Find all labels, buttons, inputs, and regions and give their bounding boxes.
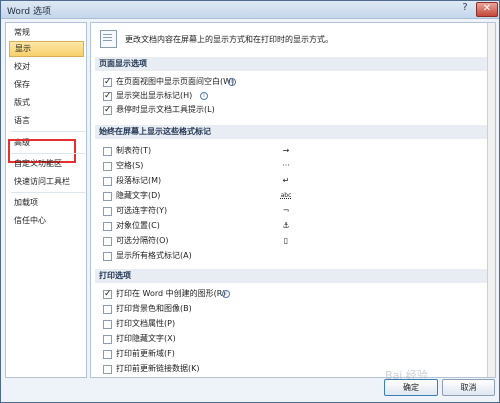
paragraph-mark-icon: ↵ — [282, 176, 290, 185]
anchor-icon: ⚓ — [282, 221, 290, 230]
option-label: 悬停时显示文档工具提示(L) — [116, 105, 215, 114]
section-header-print: 打印选项 — [95, 269, 491, 283]
option-label: 空格(S) — [116, 161, 144, 170]
checkbox[interactable] — [103, 335, 112, 344]
checkbox[interactable] — [103, 177, 112, 186]
section-header-page-display: 页面显示选项 — [95, 57, 491, 71]
scrollbar[interactable] — [487, 23, 495, 377]
option-label: 打印在 Word 中创建的图形(R) — [116, 289, 226, 298]
sidebar-item-label: 版式 — [14, 98, 30, 107]
info-icon[interactable]: i — [222, 290, 230, 298]
checkbox[interactable] — [103, 75, 112, 89]
close-button[interactable]: ✕ — [476, 2, 498, 17]
checkbox[interactable] — [103, 207, 112, 216]
word-options-dialog: Word 选项 ? ✕ 常规 显示 校对 保存 版式 语言 高级 自定义功能区 … — [0, 0, 500, 403]
sidebar-item-label: 校对 — [14, 62, 30, 71]
option-label: 打印背景色和图像(B) — [116, 304, 192, 313]
option-label: 打印前更新链接数据(K) — [116, 364, 200, 373]
sidebar-item-proofing[interactable]: 校对 — [9, 59, 84, 75]
checkbox[interactable] — [103, 252, 112, 261]
ok-button[interactable]: 确定 — [384, 379, 438, 396]
checkbox[interactable] — [103, 237, 112, 246]
sidebar-item-label: 显示 — [15, 44, 31, 53]
option-label: 对象位置(C) — [116, 221, 160, 230]
sidebar-item-label: 自定义功能区 — [14, 159, 62, 168]
checkbox[interactable] — [103, 287, 112, 301]
space-mark-icon: ··· — [282, 161, 290, 170]
sidebar-item-trust-center[interactable]: 信任中心 — [9, 213, 84, 229]
checkbox[interactable] — [103, 89, 112, 103]
sidebar-item-save[interactable]: 保存 — [9, 77, 84, 93]
hyphen-mark-icon: ¬ — [282, 206, 290, 215]
sidebar-item-label: 常规 — [14, 28, 30, 37]
option-label: 打印文档属性(P) — [116, 319, 176, 328]
info-icon[interactable]: i — [200, 92, 208, 100]
sidebar-divider — [11, 131, 85, 132]
section-header-format-marks: 始终在屏幕上显示这些格式标记 — [95, 125, 491, 139]
option-label: 隐藏文字(D) — [116, 191, 161, 200]
sidebar-item-customize-ribbon[interactable]: 自定义功能区 — [9, 156, 84, 172]
checkbox[interactable] — [103, 192, 112, 201]
window-title: Word 选项 — [7, 7, 51, 17]
sidebar-item-label: 语言 — [14, 116, 30, 125]
sidebar-item-display[interactable]: 显示 — [9, 41, 84, 57]
tab-mark-icon: → — [282, 146, 290, 155]
checkbox[interactable] — [103, 365, 112, 374]
cancel-button[interactable]: 取消 — [442, 379, 495, 396]
option-label: 可选连字符(Y) — [116, 206, 168, 215]
sidebar-item-layout[interactable]: 版式 — [9, 95, 84, 111]
option-label: 打印前更新域(F) — [116, 349, 175, 358]
content-panel: 更改文档内容在屏幕上的显示方式和在打印时的显示方式。 页面显示选项 在页面视图中… — [90, 22, 496, 378]
checkbox[interactable] — [103, 222, 112, 231]
sidebar-item-label: 信任中心 — [14, 216, 46, 225]
sidebar-item-general[interactable]: 常规 — [9, 25, 84, 41]
sidebar-item-add-ins[interactable]: 加载项 — [9, 195, 84, 211]
intro-text: 更改文档内容在屏幕上的显示方式和在打印时的显示方式。 — [125, 35, 333, 44]
sidebar-item-quick-access-toolbar[interactable]: 快速访问工具栏 — [9, 174, 84, 190]
option-label: 制表符(T) — [116, 146, 152, 155]
option-label: 段落标记(M) — [116, 176, 162, 185]
option-label: 打印隐藏文字(X) — [116, 334, 176, 343]
option-label: 显示所有格式标记(A) — [116, 251, 192, 260]
hidden-text-icon: abc — [280, 192, 292, 199]
option-label: 在页面视图中显示页面间空白(W) — [116, 77, 235, 86]
title-bar: Word 选项 ? ✕ — [1, 1, 499, 19]
checkbox[interactable] — [103, 320, 112, 329]
sidebar-item-label: 保存 — [14, 80, 30, 89]
document-icon — [100, 30, 117, 48]
sidebar-divider — [11, 192, 85, 193]
sidebar: 常规 显示 校对 保存 版式 语言 高级 自定义功能区 快速访问工具栏 加载项 … — [5, 22, 87, 378]
option-label: 显示突出显示标记(H) — [116, 91, 193, 100]
sidebar-item-label: 加载项 — [14, 198, 38, 207]
sidebar-divider — [11, 153, 85, 154]
sidebar-item-label: 快速访问工具栏 — [14, 177, 70, 186]
help-button[interactable]: ? — [457, 2, 473, 15]
info-icon[interactable]: i — [228, 78, 236, 86]
checkbox[interactable] — [103, 162, 112, 171]
break-mark-icon: ▯ — [283, 236, 289, 245]
checkbox[interactable] — [103, 147, 112, 156]
option-label: 可选分隔符(O) — [116, 236, 169, 245]
sidebar-item-language[interactable]: 语言 — [9, 113, 84, 129]
checkbox[interactable] — [103, 305, 112, 314]
checkbox[interactable] — [103, 103, 112, 117]
checkbox[interactable] — [103, 350, 112, 359]
